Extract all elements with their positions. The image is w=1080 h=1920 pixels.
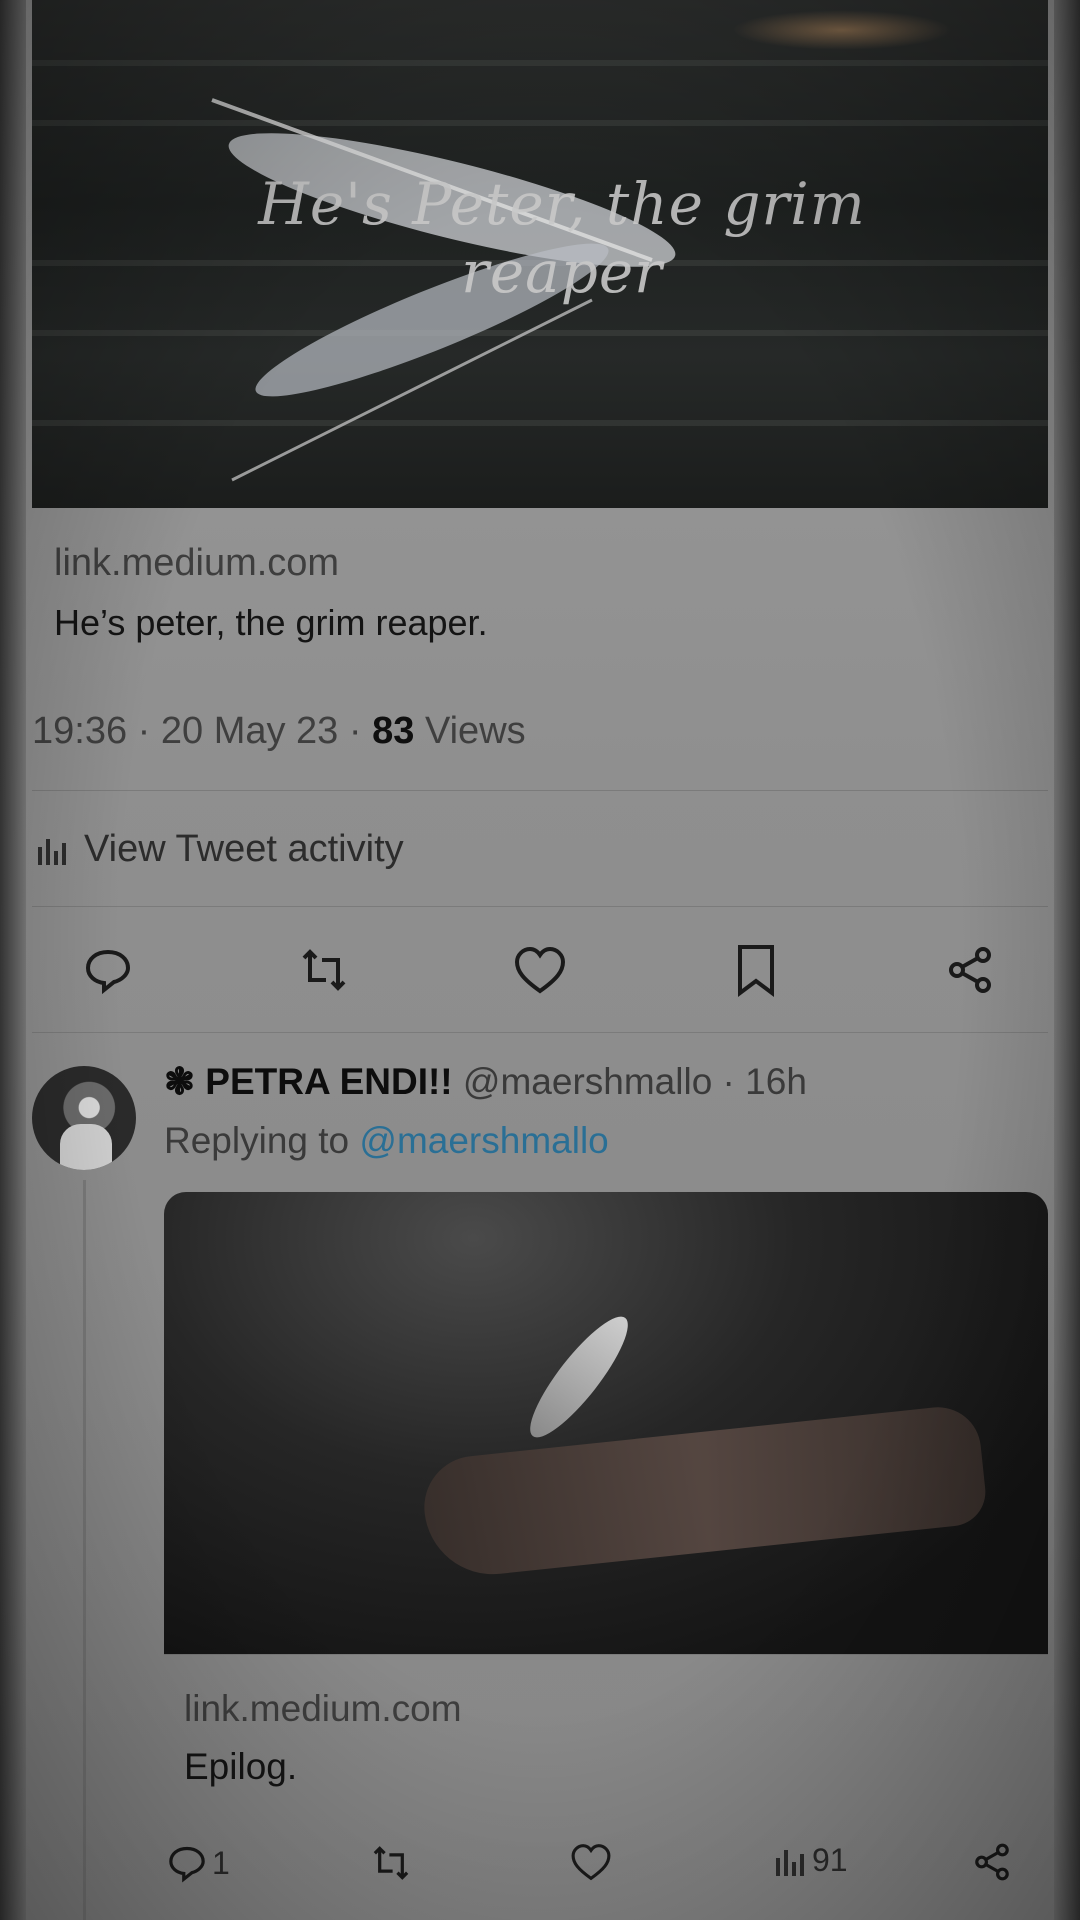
divider: [32, 906, 1048, 907]
retweet-icon: [302, 949, 346, 991]
reply-time: 16h: [745, 1061, 807, 1102]
reply-display-name[interactable]: ❃ PETRA ENDI!!: [164, 1061, 453, 1102]
reply-link-card-image[interactable]: [164, 1192, 1048, 1654]
avatar[interactable]: [32, 1066, 136, 1170]
reply-share-button[interactable]: [972, 1842, 1012, 1882]
like-icon: [571, 1844, 611, 1881]
screen-edge-left: [0, 0, 26, 1920]
bookmark-icon: [738, 945, 774, 997]
mention-link[interactable]: @maershmallo: [359, 1120, 608, 1161]
bookmark-button[interactable]: [726, 940, 786, 1000]
reply-icon: [85, 949, 131, 995]
link-card-image[interactable]: He's Peter, the grim reaper: [32, 0, 1048, 508]
reply-reply-button[interactable]: 1: [166, 1842, 230, 1884]
screen-edge-right: [1054, 0, 1080, 1920]
views-count: 83: [372, 710, 415, 752]
divider: [32, 790, 1048, 791]
tweet-date: 20 May 23: [160, 710, 339, 752]
reply-icon: [169, 1846, 205, 1883]
analytics-icon: [38, 838, 66, 865]
replying-to: Replying to @maershmallo: [164, 1120, 609, 1162]
reply-count: 1: [212, 1844, 230, 1881]
replying-to-label: Replying to: [164, 1120, 350, 1161]
tweet-time: 19:36: [32, 710, 128, 752]
reply-like-button[interactable]: [570, 1842, 612, 1882]
thread-line: [83, 1180, 86, 1920]
reply-card-domain[interactable]: link.medium.com: [184, 1688, 462, 1730]
like-icon: [514, 946, 566, 994]
card-image-caption: He's Peter, the grim reaper: [258, 170, 866, 306]
reply-button[interactable]: [78, 940, 138, 1000]
reply-views-count: 91: [812, 1842, 848, 1878]
retweet-icon: [373, 1846, 409, 1880]
link-card-title[interactable]: He’s peter, the grim reaper.: [54, 602, 488, 644]
share-icon: [949, 947, 991, 993]
hand-image: [419, 1403, 989, 1581]
share-button[interactable]: [940, 940, 1000, 1000]
divider: [32, 1032, 1048, 1033]
view-tweet-activity-label: View Tweet activity: [84, 828, 404, 870]
analytics-icon: [776, 1849, 804, 1876]
divider: [164, 1654, 1048, 1655]
link-card-domain[interactable]: link.medium.com: [54, 542, 339, 585]
tweet-meta: 19:36 · 20 May 23 · 83 Views: [32, 710, 526, 752]
share-icon: [975, 1843, 1009, 1881]
reply-header: ❃ PETRA ENDI!! @maershmallo · 16h: [164, 1061, 807, 1102]
reply-handle[interactable]: @maershmallo: [463, 1061, 712, 1102]
like-button[interactable]: [510, 940, 570, 1000]
feather-image: [517, 1305, 641, 1449]
page: He's Peter, the grim reaper link.medium.…: [0, 0, 1080, 1920]
reply-card-title[interactable]: Epilog.: [184, 1746, 297, 1788]
reply-views-button[interactable]: 91: [774, 1842, 848, 1879]
reply-retweet-button[interactable]: [368, 1842, 414, 1884]
views-label: Views: [424, 710, 526, 752]
view-tweet-activity-link[interactable]: View Tweet activity: [36, 828, 404, 871]
retweet-button[interactable]: [294, 940, 354, 1000]
